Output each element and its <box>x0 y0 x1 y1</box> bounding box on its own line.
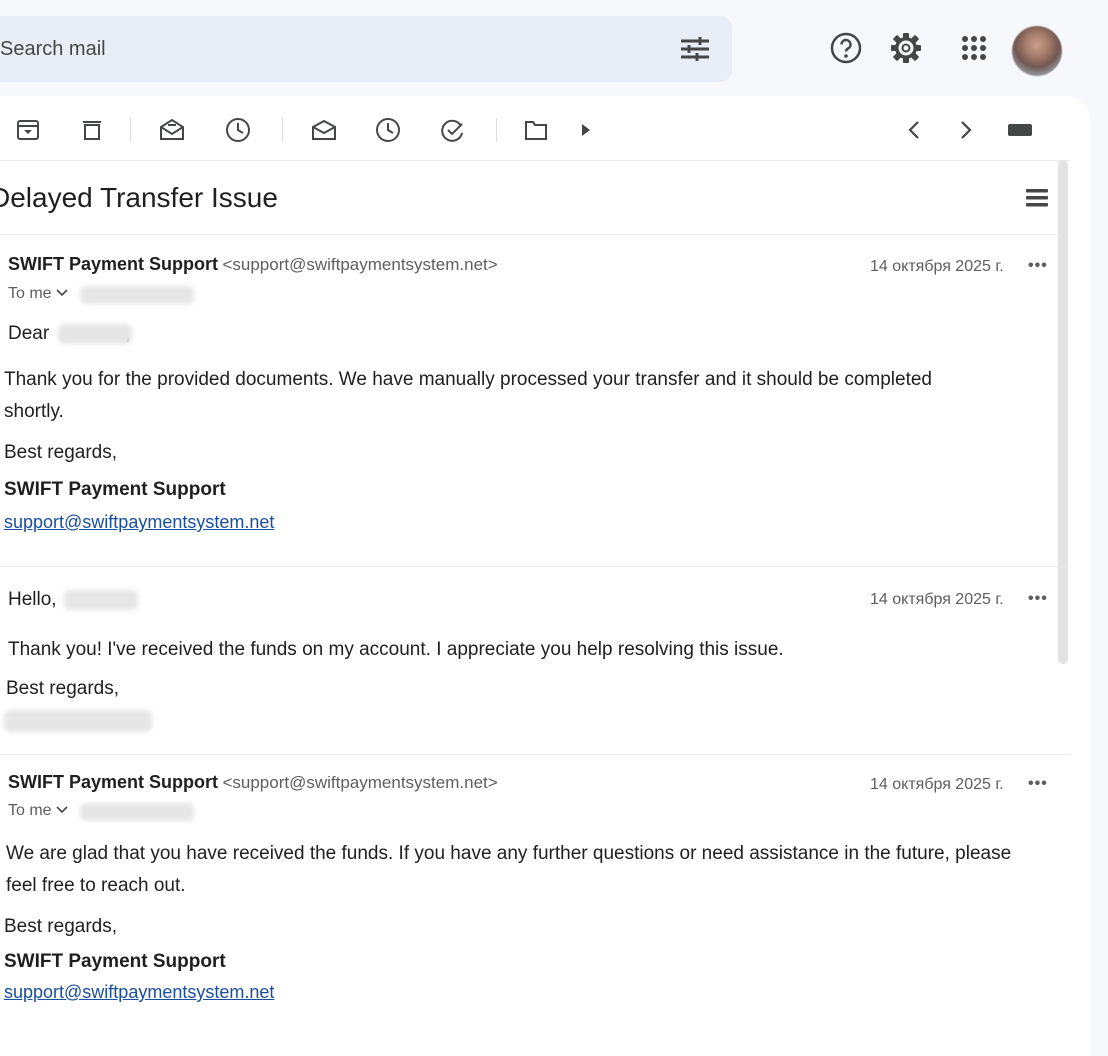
apps-icon[interactable] <box>956 30 992 66</box>
delete-icon[interactable] <box>78 116 106 144</box>
search-bar[interactable]: Search mail <box>0 16 732 82</box>
sender-email: <support@swiftpaymentsystem.net> <box>222 773 498 792</box>
sender-email: <support@swiftpaymentsystem.net> <box>222 255 498 274</box>
archive-icon[interactable] <box>14 116 42 144</box>
more-options-icon[interactable]: ••• <box>1028 257 1048 275</box>
more-options-icon[interactable]: ••• <box>1028 775 1048 793</box>
settings-icon[interactable] <box>888 30 924 66</box>
input-tools-icon[interactable] <box>1006 116 1034 144</box>
message-date: 14 октября 2025 г. <box>870 258 1004 275</box>
message-signature: SWIFT Payment Support <box>4 479 226 500</box>
message-3-header[interactable]: SWIFT Payment Support <support@swiftpaym… <box>8 772 498 793</box>
redacted-name <box>64 590 138 610</box>
recipient-toggle[interactable]: To me <box>8 802 68 820</box>
prev-icon[interactable] <box>900 116 928 144</box>
search-input[interactable]: Search mail <box>0 38 106 61</box>
message-2-greeting: Hello, <box>8 589 57 610</box>
message-body: Thank you for the provided documents. We… <box>4 369 933 422</box>
message-3-closing: Best regards, <box>4 916 117 937</box>
more-options-icon[interactable]: ••• <box>1028 590 1048 608</box>
help-icon[interactable] <box>828 30 864 66</box>
message-2-closing: Best regards, <box>6 678 119 699</box>
sender-name: SWIFT Payment Support <box>8 772 219 792</box>
move-to-inbox-icon[interactable] <box>310 116 338 144</box>
mark-unread-icon[interactable] <box>158 116 186 144</box>
redacted-recipient <box>80 286 194 304</box>
thread-subject: Delayed Transfer Issue <box>0 182 278 213</box>
more-arrow-icon[interactable] <box>572 116 600 144</box>
message-panel: Delayed Transfer Issue SWIFT Payment Sup… <box>0 96 1090 1056</box>
redacted-signature <box>4 710 152 732</box>
scrollbar[interactable] <box>1058 160 1068 664</box>
message-3-body: We are glad that you have received the f… <box>6 843 1012 896</box>
list-view-icon[interactable] <box>1026 188 1048 213</box>
avatar[interactable] <box>1012 26 1062 76</box>
message-3-signature: SWIFT Payment Support <box>4 951 226 972</box>
message-2-body: Thank you! I've received the funds on my… <box>8 639 784 660</box>
snooze-icon[interactable] <box>224 116 252 144</box>
add-task-icon[interactable] <box>438 116 466 144</box>
redacted-name <box>58 324 132 344</box>
message-date: 14 октября 2025 г. <box>870 591 1004 608</box>
redacted-recipient <box>80 803 194 821</box>
message-date: 14 октября 2025 г. <box>870 776 1004 793</box>
folder-icon[interactable] <box>522 116 550 144</box>
message-1-header[interactable]: SWIFT Payment Support <support@swiftpaym… <box>8 254 498 275</box>
support-email-link[interactable]: support@swiftpaymentsystem.net <box>4 982 274 1003</box>
support-email-link[interactable]: support@swiftpaymentsystem.net <box>4 512 274 533</box>
message-closing: Best regards, <box>4 442 117 463</box>
to-label: To me <box>8 285 52 302</box>
sender-name: SWIFT Payment Support <box>8 254 219 274</box>
clock-icon[interactable] <box>374 116 402 144</box>
search-options-icon[interactable] <box>680 36 710 62</box>
recipient-toggle[interactable]: To me <box>8 285 68 303</box>
next-icon[interactable] <box>952 116 980 144</box>
to-label: To me <box>8 802 52 819</box>
